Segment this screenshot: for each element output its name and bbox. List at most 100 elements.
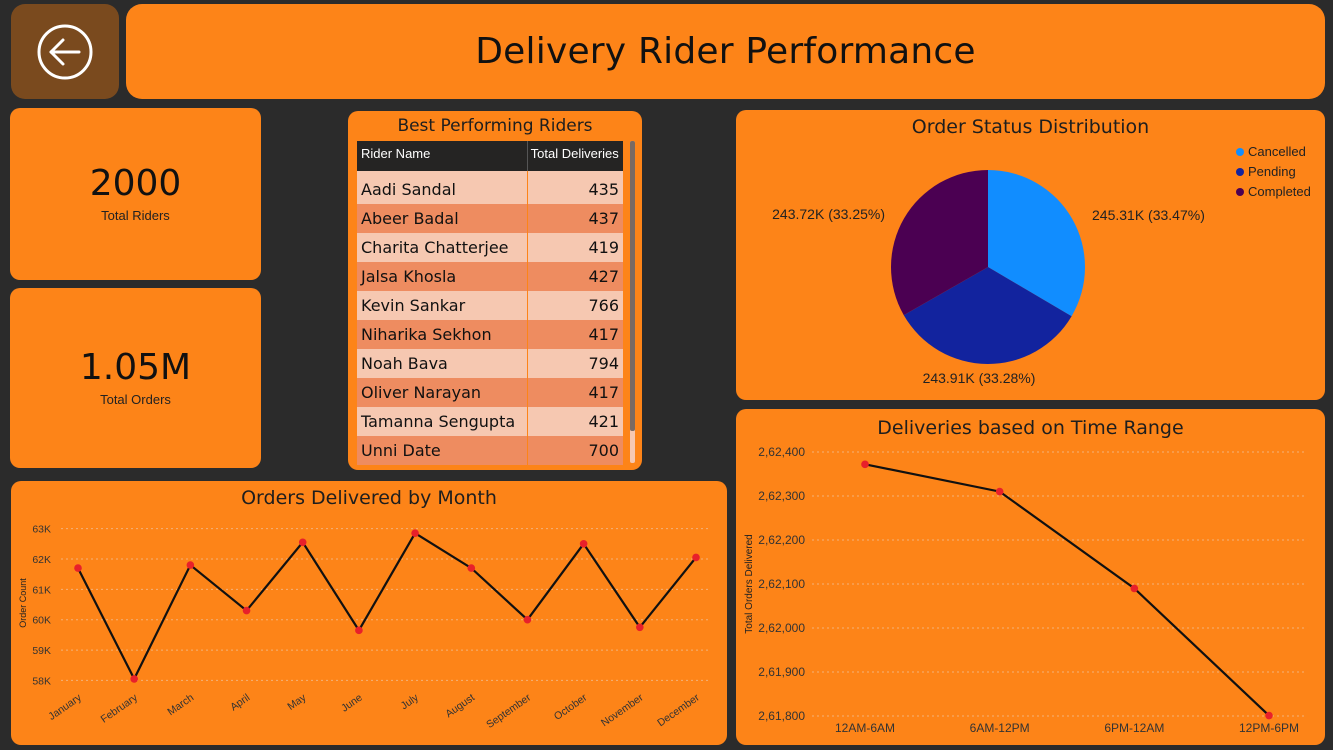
kpi-label: Total Riders [101,207,170,223]
y-tick-label: 61K [32,584,51,596]
table-row[interactable]: Unni Date 700 [357,436,623,465]
column-header-rider-name[interactable]: Rider Name [357,141,528,171]
pie-data-label: 245.31K (33.47%) [1092,207,1205,223]
total-deliveries-cell: 417 [526,320,623,349]
kpi-card-total-riders: 2000 Total Riders [10,108,261,280]
table-row[interactable]: Niharika Sekhon 417 [357,320,623,349]
x-tick-label: November [599,691,646,729]
data-point [1130,584,1139,593]
x-tick-label: September [484,691,533,731]
pie-data-label: 243.91K (33.28%) [923,370,1036,386]
total-deliveries-cell: 419 [526,233,623,262]
y-tick-label: 62K [32,554,51,566]
y-tick-label: 60K [32,615,51,627]
x-tick-label: March [165,692,196,719]
legend-item-cancelled[interactable]: Cancelled [1236,144,1306,159]
rider-name-cell: Jalsa Khosla [357,262,528,291]
data-point [411,529,419,537]
x-tick-label: May [285,691,309,713]
pie-data-label: 243.72K (33.25%) [772,206,885,222]
scrollbar-thumb[interactable] [630,141,635,431]
y-tick-label: 2,62,200 [758,533,805,547]
rider-name-cell: Abeer Badal [357,204,528,233]
x-tick-label: June [339,692,365,715]
table-row[interactable]: Noah Bava 794 [357,349,623,378]
x-tick-label: December [655,691,702,729]
x-tick-label: January [46,691,84,723]
y-tick-label: 2,61,800 [758,709,805,723]
total-deliveries-cell: 421 [526,407,623,436]
legend-label: Pending [1248,164,1296,179]
data-point [355,626,363,635]
table-row[interactable]: Aadi Sandal 435 [357,175,623,204]
rider-name-cell: Tamanna Sengupta [357,407,528,436]
data-point [995,487,1004,496]
x-tick-label: August [443,692,477,721]
data-point [523,615,532,624]
x-tick-label: 12AM-6AM [835,721,895,735]
y-tick-label: 2,62,000 [758,621,805,635]
rider-name-cell: Kevin Sankar [357,291,528,320]
rider-name-cell: Oliver Narayan [357,378,528,407]
x-tick-label: July [399,691,422,712]
y-tick-label: 2,61,900 [758,665,805,679]
x-tick-label: April [228,692,252,714]
rider-name-cell: Unni Date [357,436,528,465]
table-row[interactable]: Tamanna Sengupta 421 [357,407,623,436]
table-row[interactable]: Charita Chatterjee 419 [357,233,623,262]
kpi-value: 1.05M [79,346,192,388]
table-scrollbar[interactable] [630,141,635,463]
arrow-left-circle-icon [37,24,93,80]
kpi-value: 2000 [89,162,182,204]
series-line [77,531,697,682]
y-tick-label: 2,62,100 [758,577,805,591]
rider-name-cell: Noah Bava [357,349,528,378]
y-tick-label: 63K [32,524,51,536]
time-range-card: Deliveries based on Time Range 2,61,800 2… [736,409,1325,745]
legend-label: Cancelled [1248,144,1306,159]
time-range-line-chart: 2,61,800 2,61,900 2,62,000 2,62,100 2,62,200… [744,445,1306,735]
data-point [186,561,195,569]
data-point [130,675,138,683]
data-point [1265,711,1273,720]
order-status-card: Order Status Distribution 245.31K (33.47… [736,110,1325,400]
back-button[interactable] [11,4,119,99]
rider-name-cell: Niharika Sekhon [357,320,528,349]
total-deliveries-cell: 794 [526,349,623,378]
y-tick-label: 2,62,400 [758,445,805,459]
data-point [861,460,869,469]
x-tick-label: February [99,691,141,725]
total-deliveries-cell: 766 [526,291,623,320]
data-point [298,538,307,547]
legend-label: Completed [1248,184,1311,199]
riders-table: Rider Name Total Deliveries Aadi Sandal 4… [357,141,623,465]
legend-dot [1236,188,1244,196]
column-header-total-deliveries[interactable]: Total Deliveries [526,141,623,171]
month-line-chart: 58K 59K 60K 61K 62K 63K January February March Ap… [18,524,711,731]
table-row[interactable]: Oliver Narayan 417 [357,378,623,407]
series-line [864,463,1270,717]
table-title: Best Performing Riders [397,116,593,136]
legend-dot [1236,148,1244,156]
page-title-bar: Delivery Rider Performance [126,4,1325,99]
kpi-label: Total Orders [100,391,171,407]
data-point [74,564,82,572]
table-row[interactable]: Kevin Sankar 766 [357,291,623,320]
data-point [692,553,700,562]
table-row[interactable]: Abeer Badal 437 [357,204,623,233]
data-point [579,539,588,548]
x-tick-label: October [552,691,590,723]
total-deliveries-cell: 700 [526,436,623,465]
legend-item-completed[interactable]: Completed [1236,184,1311,199]
total-deliveries-cell: 417 [526,378,623,407]
orders-by-month-card: Orders Delivered by Month 58K 59K 60K 61K 62… [11,481,727,745]
total-deliveries-cell: 435 [526,175,623,204]
legend-dot [1236,168,1244,176]
x-tick-label: 12PM-6PM [1239,721,1299,735]
table-row[interactable]: Jalsa Khosla 427 [357,262,623,291]
page-title: Delivery Rider Performance [475,31,976,72]
total-deliveries-cell: 427 [526,262,623,291]
y-tick-label: 2,62,300 [758,489,805,503]
rider-name-cell: Charita Chatterjee [357,233,528,262]
legend-item-pending[interactable]: Pending [1236,164,1296,179]
